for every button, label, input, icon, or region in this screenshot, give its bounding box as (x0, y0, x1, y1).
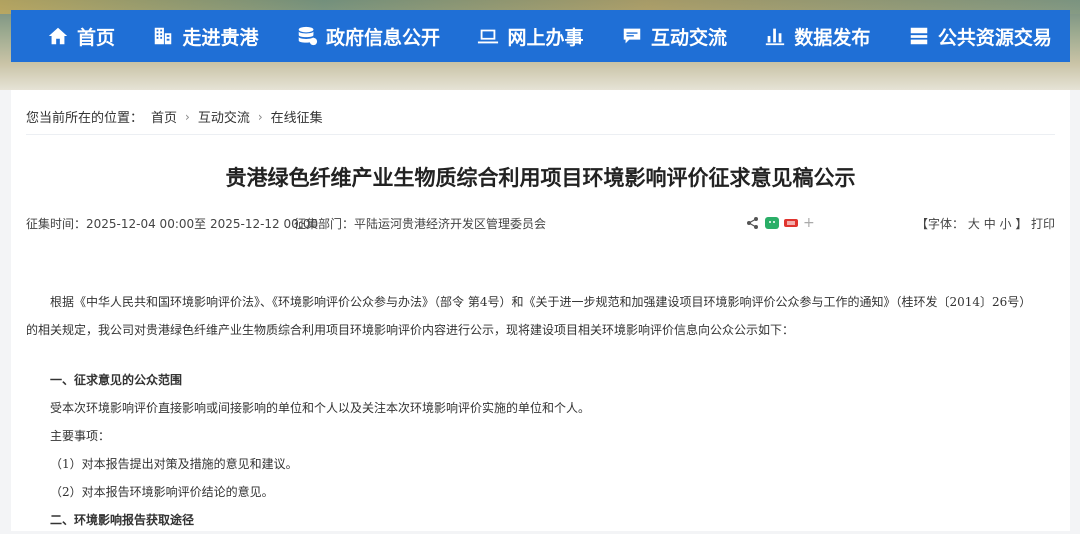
paragraph: 受本次环境影响评价直接影响或间接影响的单位和个人以及关注本次环境影响评价实施的单… (50, 401, 591, 415)
breadcrumb: 您当前所在的位置： 首页 › 互动交流 › 在线征集 (26, 107, 323, 127)
chevron-right-icon: › (185, 109, 190, 124)
article-meta: 征集时间：2025-12-04 00:00至 2025-12-12 00:00 … (26, 215, 1055, 233)
font-medium-button[interactable]: 中 (984, 217, 996, 231)
main-nav: 首页 走进贵港 政府信息公开 网上办事 互动交流 数据发布 公共资源交易 (11, 10, 1070, 62)
breadcrumb-interaction[interactable]: 互动交流 (198, 107, 250, 126)
nav-online-service-label: 网上办事 (507, 26, 584, 49)
weibo-icon[interactable] (784, 216, 798, 230)
font-size-control: 【字体： 大 中 小 】 (916, 215, 1027, 232)
article-panel: 您当前所在的位置： 首页 › 互动交流 › 在线征集 贵港绿色纤维产业生物质综合… (11, 90, 1070, 531)
nav-data-label: 数据发布 (794, 26, 871, 49)
breadcrumb-current[interactable]: 在线征集 (271, 107, 323, 126)
nav-about[interactable]: 走进贵港 (152, 23, 259, 50)
chat-icon (623, 28, 641, 44)
laptop-icon (478, 29, 499, 44)
share-icon[interactable] (746, 216, 760, 230)
bar-chart-icon (766, 28, 785, 46)
wechat-icon[interactable] (765, 216, 779, 230)
paragraph: 的相关规定，我公司对贵港绿色纤维产业生物质综合利用项目环境影响评价内容进行公示，… (26, 323, 795, 337)
breadcrumb-prefix: 您当前所在的位置： (26, 111, 144, 126)
nav-interaction[interactable]: 互动交流 (621, 23, 727, 50)
nav-home-label: 首页 (77, 26, 116, 49)
nav-public-resources-label: 公共资源交易 (937, 26, 1052, 49)
home-icon (48, 27, 68, 45)
section-heading: 二、环境影响报告获取途径 (50, 513, 195, 527)
nav-data[interactable]: 数据发布 (764, 23, 870, 50)
nav-gov-info[interactable]: 政府信息公开 (296, 23, 440, 50)
article-body: 根据《中华人民共和国环境影响评价法》、《环境影响评价公众参与办法》（部令 第4号… (26, 288, 1055, 534)
divider (26, 134, 1055, 135)
nav-home[interactable]: 首页 (47, 23, 115, 50)
nav-online-service[interactable]: 网上办事 (477, 23, 583, 50)
list-item: （1）对本报告提出对策及措施的意见和建议。 (50, 457, 298, 471)
collection-dept: 征集部门：平陆运河贵港经济开发区管理委员会 (294, 217, 547, 231)
plus-icon[interactable]: + (803, 215, 815, 231)
chevron-right-icon: › (257, 109, 263, 124)
section-heading: 一、征求意见的公众范围 (50, 373, 183, 387)
font-label-open: 【字体： (916, 217, 965, 231)
breadcrumb-home[interactable]: 首页 (151, 107, 177, 126)
paragraph: 根据《中华人民共和国环境影响评价法》、《环境影响评价公众参与办法》（部令 第4号… (50, 295, 1032, 309)
nav-about-label: 走进贵港 (182, 26, 259, 49)
building-icon (155, 27, 172, 45)
collection-time: 征集时间：2025-12-04 00:00至 2025-12-12 00:00 (26, 217, 319, 231)
database-icon (298, 26, 318, 46)
font-label-close: 】 (1015, 217, 1028, 231)
page-title: 贵港绿色纤维产业生物质综合利用项目环境影响评价征求意见稿公示 (225, 166, 856, 190)
print-button[interactable]: 打印 (1031, 215, 1055, 232)
share-bar: + (746, 215, 815, 231)
server-icon (910, 27, 928, 45)
paragraph: 主要事项： (50, 429, 111, 443)
list-item: （2）对本报告环境影响评价结论的意见。 (50, 485, 274, 499)
nav-public-resources[interactable]: 公共资源交易 (908, 23, 1052, 50)
nav-gov-info-label: 政府信息公开 (325, 26, 440, 49)
nav-interaction-label: 互动交流 (650, 26, 727, 49)
font-small-button[interactable]: 小 (1000, 217, 1012, 231)
font-large-button[interactable]: 大 (968, 217, 980, 231)
